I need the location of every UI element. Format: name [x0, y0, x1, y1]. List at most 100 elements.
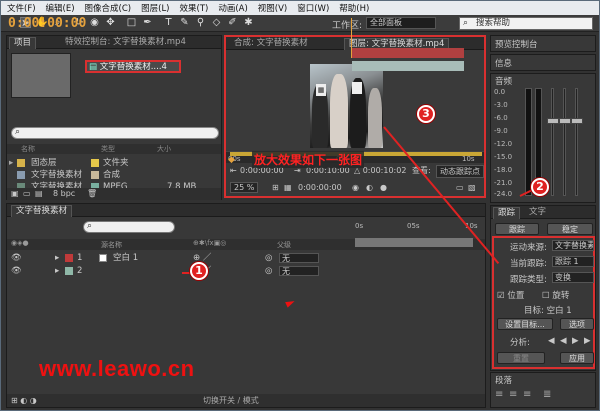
list-item[interactable]: 文字替换素材 合成: [7, 169, 221, 181]
text-tool-icon[interactable]: T: [163, 17, 174, 28]
timeline-search-input[interactable]: ⌕: [83, 221, 175, 233]
set-in-icon[interactable]: ⇤: [230, 165, 237, 176]
track-motion-button[interactable]: 跟踪: [495, 223, 539, 235]
roto-brush-icon[interactable]: ✐: [227, 17, 238, 28]
tab-preview[interactable]: 预览控制台: [495, 38, 538, 50]
column-source-name[interactable]: 源名称: [101, 240, 122, 250]
region-icon[interactable]: ▭: [456, 181, 464, 194]
tab-paragraph[interactable]: 段落: [495, 374, 512, 386]
grid-icon[interactable]: ▦: [284, 181, 292, 194]
analyze-backward-icon[interactable]: ◀: [560, 336, 567, 346]
puppet-tool-icon[interactable]: ✱: [243, 17, 254, 28]
snapshot-icon[interactable]: ◉: [352, 181, 359, 194]
list-item[interactable]: ▸ 固态层 文件夹: [7, 157, 221, 169]
position-checkbox[interactable]: ☑ 位置: [497, 289, 524, 301]
trash-icon[interactable]: 🗑: [87, 188, 97, 200]
align-right-icon[interactable]: ≡: [523, 389, 531, 400]
clone-tool-icon[interactable]: ⚲: [195, 17, 206, 28]
tab-text[interactable]: 文字: [525, 207, 550, 219]
pick-whip-icon[interactable]: ◎: [265, 265, 272, 277]
menu-view[interactable]: 视图(V): [258, 2, 287, 14]
safe-area-icon[interactable]: ⊞: [272, 181, 279, 194]
layer-1-duration-bar[interactable]: [352, 48, 464, 58]
eraser-tool-icon[interactable]: ◇: [211, 17, 222, 28]
transparency-icon[interactable]: ▧: [468, 181, 476, 194]
zoom-select[interactable]: 25 %: [230, 182, 259, 193]
tab-effect-controls[interactable]: 特效控制台: 文字替换素材.mp4: [61, 37, 190, 49]
camera-tool-icon[interactable]: ◉: [89, 17, 100, 28]
expand-arrow-icon[interactable]: ▸: [55, 265, 59, 277]
eye-icon[interactable]: 👁: [11, 252, 22, 264]
menu-layer[interactable]: 图层(L): [141, 2, 169, 14]
set-target-button[interactable]: 设置目标...: [497, 318, 553, 330]
expand-arrow-icon[interactable]: ▸: [55, 252, 59, 264]
motion-source-select[interactable]: 文字替换素: [552, 240, 594, 251]
column-size[interactable]: 大小: [157, 144, 171, 154]
eye-icon[interactable]: 👁: [11, 265, 22, 277]
menu-edit[interactable]: 编辑(E): [46, 2, 75, 14]
stabilize-motion-button[interactable]: 稳定: [547, 223, 593, 235]
brush-tool-icon[interactable]: ✎: [179, 17, 190, 28]
tab-tracker[interactable]: 跟踪: [493, 207, 521, 219]
analyze-forward-icon[interactable]: ▶: [572, 336, 579, 346]
justify-icon[interactable]: ≣: [543, 389, 551, 400]
expand-arrow-icon[interactable]: ▸: [9, 157, 13, 169]
align-center-icon[interactable]: ≡: [509, 389, 517, 400]
playhead-icon[interactable]: ◆: [228, 155, 235, 165]
view-mode-select[interactable]: 动态跟踪点: [436, 165, 484, 178]
show-channel-icon[interactable]: ◐: [366, 181, 373, 194]
layer-2-name-highlighted[interactable]: ▤ 文字替换素材....4: [85, 60, 181, 73]
visibility-column-icon[interactable]: ◉◈●: [11, 239, 29, 247]
track-type-select[interactable]: 变换: [552, 272, 594, 283]
analyze-back-icon[interactable]: ◀: [548, 336, 555, 346]
audio-slider-handle[interactable]: [571, 118, 583, 124]
table-row[interactable]: 👁 ▸ 1 空白 1 ⊕ ／ ◎ 无: [7, 252, 485, 264]
audio-slider-handle[interactable]: [547, 118, 559, 124]
new-comp-icon[interactable]: ▤: [35, 188, 43, 200]
playhead[interactable]: [351, 18, 352, 58]
menu-help[interactable]: 帮助(H): [339, 2, 369, 14]
bpc-label[interactable]: 8 bpc: [53, 188, 75, 200]
column-type[interactable]: 类型: [101, 144, 115, 154]
tab-info[interactable]: 信息: [495, 57, 512, 69]
toggle-icons[interactable]: ⊞ ◐ ◑: [11, 394, 37, 407]
rotate-checkbox[interactable]: ☐ 旋转: [542, 289, 569, 301]
align-left-icon[interactable]: ≡: [495, 389, 503, 400]
work-area-bar[interactable]: [355, 238, 473, 247]
menu-composition[interactable]: 图像合成(C): [85, 2, 132, 14]
reset-button[interactable]: 重置: [497, 352, 545, 364]
pan-behind-tool-icon[interactable]: ✥: [105, 17, 116, 28]
interpret-footage-icon[interactable]: ▣: [11, 188, 19, 200]
menu-window[interactable]: 窗口(W): [297, 2, 329, 14]
options-button[interactable]: 选项: [560, 318, 594, 330]
switches-modes-toggle[interactable]: 切换开关 / 模式: [203, 394, 259, 407]
current-time[interactable]: 0:00:00:00: [298, 181, 342, 194]
help-search-input[interactable]: ⌕ 搜索帮助: [459, 17, 593, 30]
column-name[interactable]: 名称: [21, 144, 35, 154]
current-track-select[interactable]: 跟踪 1: [552, 256, 594, 267]
menu-animation[interactable]: 动画(A): [218, 2, 247, 14]
tab-composition[interactable]: 合成: 文字替换素材: [230, 38, 312, 50]
workspace-select[interactable]: 全部面板: [366, 17, 436, 29]
column-parent[interactable]: 父级: [277, 240, 291, 250]
label-color-swatch[interactable]: [65, 254, 73, 262]
parent-select[interactable]: 无: [279, 266, 319, 276]
apply-button[interactable]: 应用: [560, 352, 594, 364]
pick-whip-icon[interactable]: ◎: [265, 252, 272, 264]
pen-tool-icon[interactable]: ✒: [142, 17, 153, 28]
menu-file[interactable]: 文件(F): [7, 2, 36, 14]
layer-name[interactable]: 空白 1: [113, 252, 138, 264]
tab-timeline-comp[interactable]: 文字替换素材: [11, 205, 73, 217]
menu-effect[interactable]: 效果(T): [180, 2, 209, 14]
analyze-step-icon[interactable]: ▶: [584, 336, 591, 346]
color-channel-icon[interactable]: ●: [380, 181, 387, 194]
new-folder-icon[interactable]: ▭: [23, 188, 31, 200]
rectangle-tool-icon[interactable]: □: [126, 17, 137, 28]
label-color-swatch[interactable]: [65, 267, 73, 275]
table-row[interactable]: 👁 ▸ 2 ⊕ ／ ◎ 无: [7, 265, 485, 277]
project-search-input[interactable]: ⌕: [11, 127, 219, 139]
timeline-current-time[interactable]: 0:00:00:00: [8, 16, 86, 31]
tab-project[interactable]: 项目: [9, 37, 37, 49]
audio-slider-handle[interactable]: [559, 118, 571, 124]
tab-audio[interactable]: 音频: [495, 75, 512, 87]
